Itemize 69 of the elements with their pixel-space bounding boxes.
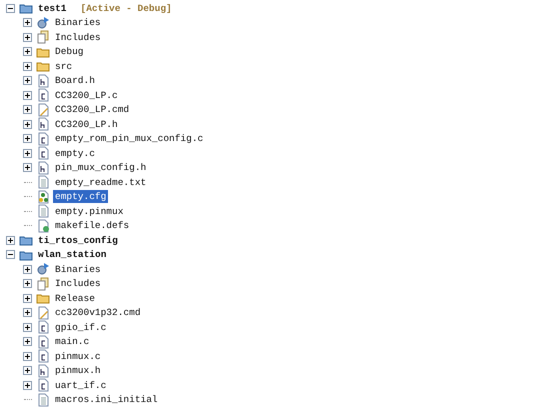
tree-item[interactable]: src xyxy=(53,60,74,73)
expand-toggle[interactable] xyxy=(23,163,32,172)
tree-item[interactable]: wlan_station xyxy=(36,248,108,262)
tree-item[interactable]: empty.pinmux xyxy=(53,204,126,218)
expand-toggle[interactable] xyxy=(23,47,32,56)
expand-toggle[interactable] xyxy=(23,294,32,303)
expand-toggle[interactable] xyxy=(23,105,32,114)
tree-item[interactable]: main.c xyxy=(53,335,92,348)
project-status: [Active - Debug] xyxy=(80,2,172,14)
tree-item[interactable]: uart_if.c xyxy=(53,378,108,392)
text-file-icon xyxy=(36,392,50,407)
expand-toggle[interactable] xyxy=(23,337,32,346)
tree-item[interactable]: Board.h xyxy=(53,74,97,88)
expand-toggle[interactable] xyxy=(23,279,32,288)
tree-item[interactable]: Binaries xyxy=(53,262,103,276)
expand-toggle[interactable] xyxy=(23,76,32,86)
tree-item[interactable]: cc3200v1p32.cmd xyxy=(53,306,143,320)
header-file-icon xyxy=(36,364,50,378)
c-file-icon xyxy=(36,132,50,146)
pencil-file-icon xyxy=(36,102,50,117)
tree-item[interactable]: gpio_if.c xyxy=(53,320,108,334)
expand-toggle[interactable] xyxy=(23,264,32,274)
tree-item[interactable]: Release xyxy=(53,292,97,305)
tree-item[interactable]: empty.c xyxy=(53,146,97,160)
tree-item[interactable]: macros.ini_initial xyxy=(53,393,160,406)
c-file-icon xyxy=(36,378,50,392)
tree-item[interactable]: makefile.defs xyxy=(53,219,132,232)
tree-item[interactable]: pinmux.h xyxy=(53,364,103,378)
c-file-icon xyxy=(36,146,50,160)
expand-toggle[interactable] xyxy=(23,366,32,376)
tree-item[interactable]: empty.cfg xyxy=(53,190,108,204)
expand-toggle[interactable] xyxy=(6,250,15,260)
expand-toggle[interactable] xyxy=(23,32,32,42)
header-file-icon xyxy=(36,117,50,132)
expand-toggle[interactable] xyxy=(23,62,32,71)
pencil-file-icon xyxy=(36,306,50,320)
c-file-icon xyxy=(36,320,50,334)
tree-item[interactable]: CC3200_LP.cmd xyxy=(53,103,132,116)
tree-item[interactable]: empty_rom_pin_mux_config.c xyxy=(53,132,206,146)
tree-item[interactable]: CC3200_LP.c xyxy=(53,88,120,102)
expand-toggle[interactable] xyxy=(23,148,32,158)
expand-toggle[interactable] xyxy=(23,90,32,100)
expand-toggle[interactable] xyxy=(23,322,32,332)
header-file-icon xyxy=(36,74,50,88)
tree-item[interactable]: pin_mux_config.h xyxy=(53,161,148,174)
tree-item[interactable]: ti_rtos_config xyxy=(36,234,120,247)
tree-item[interactable]: empty_readme.txt xyxy=(53,176,148,189)
tree-item[interactable]: CC3200_LP.h xyxy=(53,118,120,131)
tree-item[interactable]: Includes xyxy=(53,277,103,290)
tree-item[interactable]: Debug xyxy=(53,45,86,58)
tree-item[interactable]: Binaries xyxy=(53,16,103,30)
expand-toggle[interactable] xyxy=(6,4,15,13)
config-file-icon xyxy=(36,190,50,204)
expand-toggle[interactable] xyxy=(6,236,15,245)
expand-toggle[interactable] xyxy=(23,134,32,144)
expand-toggle[interactable] xyxy=(23,352,32,361)
c-file-icon xyxy=(36,334,50,349)
text-file-icon xyxy=(36,175,50,190)
header-file-icon xyxy=(36,160,50,175)
tree-item[interactable]: test1 xyxy=(36,2,69,15)
expand-toggle[interactable] xyxy=(23,18,32,28)
expand-toggle[interactable] xyxy=(23,308,32,318)
expand-toggle[interactable] xyxy=(23,380,32,390)
c-file-icon xyxy=(36,349,50,364)
tree-item[interactable]: Includes xyxy=(53,30,103,44)
tree-item[interactable]: pinmux.c xyxy=(53,350,103,363)
expand-toggle[interactable] xyxy=(23,120,32,129)
text-file-icon xyxy=(36,204,50,218)
c-file-icon xyxy=(36,88,50,102)
